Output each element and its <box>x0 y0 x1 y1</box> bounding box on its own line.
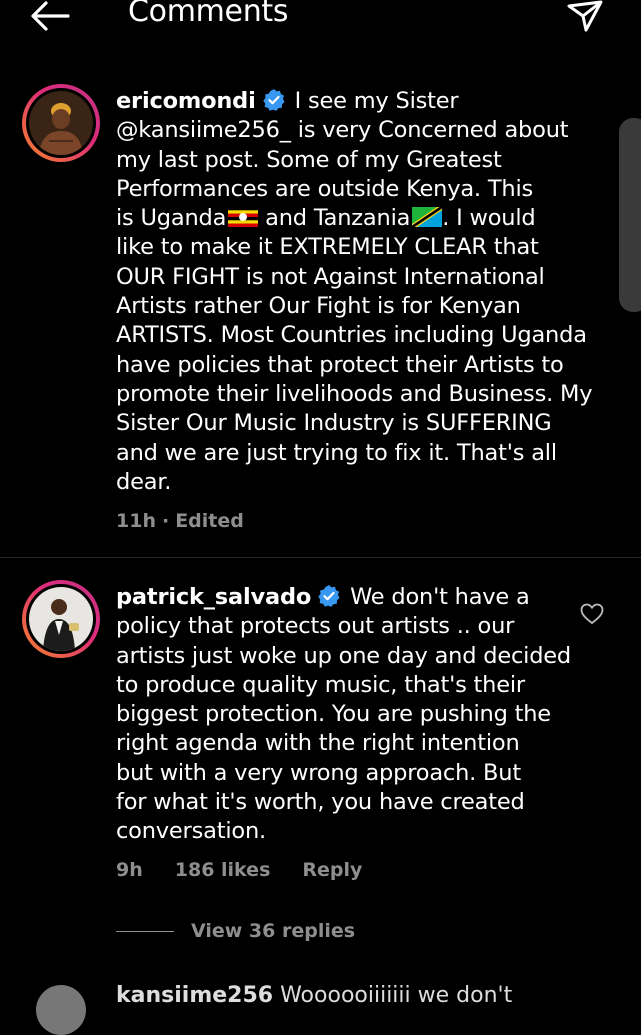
comment-meta: 9h 186 likes Reply <box>116 859 394 881</box>
comment-line: for what it's worth, you have created <box>116 789 525 816</box>
reply-button[interactable]: Reply <box>302 859 362 881</box>
comment-line: policy that protects out artists .. our <box>116 613 515 640</box>
comment-line: @kansiime256_ is very Concerned about <box>116 117 569 144</box>
replies-dash <box>116 931 174 932</box>
avatar[interactable] <box>36 985 86 1035</box>
comment-line: but with a very wrong approach. But <box>116 759 521 786</box>
overlay-scroll-tab <box>619 118 641 312</box>
tanzania-flag-icon <box>412 207 443 228</box>
comment-line: like to make it EXTREMELY CLEAR that <box>116 234 539 261</box>
profile-photo <box>29 587 93 651</box>
header-bar: Comments <box>0 0 641 40</box>
comment-line: to produce quality music, that's their <box>116 671 525 698</box>
comment-meta: 11h · Edited <box>116 510 244 532</box>
comment-line: Sister Our Music Industry is SUFFERING <box>116 410 552 437</box>
verified-badge-icon <box>262 89 285 111</box>
comment-line: right agenda with the right intention <box>116 730 520 757</box>
avatar[interactable] <box>22 580 100 658</box>
comment-line: my last post. Some of my Greatest <box>116 146 502 173</box>
paper-plane-icon[interactable] <box>565 0 605 34</box>
divider <box>0 557 641 558</box>
likes-count[interactable]: 186 likes <box>175 859 271 881</box>
next-comment-peek: kansiime256 Woooooiiiiiii we don't <box>116 983 513 1008</box>
uganda-flag-icon <box>228 207 259 228</box>
comment-line: Artists rather Our Fight is for Kenyan <box>116 293 521 320</box>
verified-badge-icon <box>318 585 340 607</box>
comment-username[interactable]: patrick_salvado <box>116 584 311 610</box>
comment-line: promote their livelihoods and Business. … <box>116 380 593 407</box>
comment-text: patrick_salvado We don't have a policy t… <box>116 583 571 847</box>
comment-line: is Uganda and Tanzania. I would <box>116 205 536 232</box>
comment-text: ericomondi I see my Sister @kansiime256_… <box>116 87 593 497</box>
comment-line: conversation. <box>116 818 266 845</box>
comment-line: biggest protection. You are pushing the <box>116 701 551 728</box>
comment-line: ARTISTS. Most Countries including Uganda <box>116 322 587 349</box>
comment-line: dear. <box>116 468 172 495</box>
comment-username[interactable]: ericomondi <box>116 88 256 114</box>
comment-line: OUR FIGHT is not Against International <box>116 263 545 290</box>
comment-timestamp: 9h <box>116 859 143 881</box>
comment-line: and we are just trying to fix it. That's… <box>116 439 557 466</box>
edited-label: Edited <box>175 510 244 532</box>
heart-icon[interactable] <box>580 603 604 625</box>
comment-line: Performances are outside Kenya. This <box>116 175 534 202</box>
avatar[interactable] <box>22 84 100 162</box>
comment-timestamp: 11h <box>116 510 156 532</box>
profile-photo <box>29 91 93 155</box>
page-title: Comments <box>128 0 289 29</box>
comment-line: artists just woke up one day and decided <box>116 642 572 669</box>
arrow-left-icon[interactable] <box>28 0 72 34</box>
comment-line: have policies that protect their Artists… <box>116 351 564 378</box>
